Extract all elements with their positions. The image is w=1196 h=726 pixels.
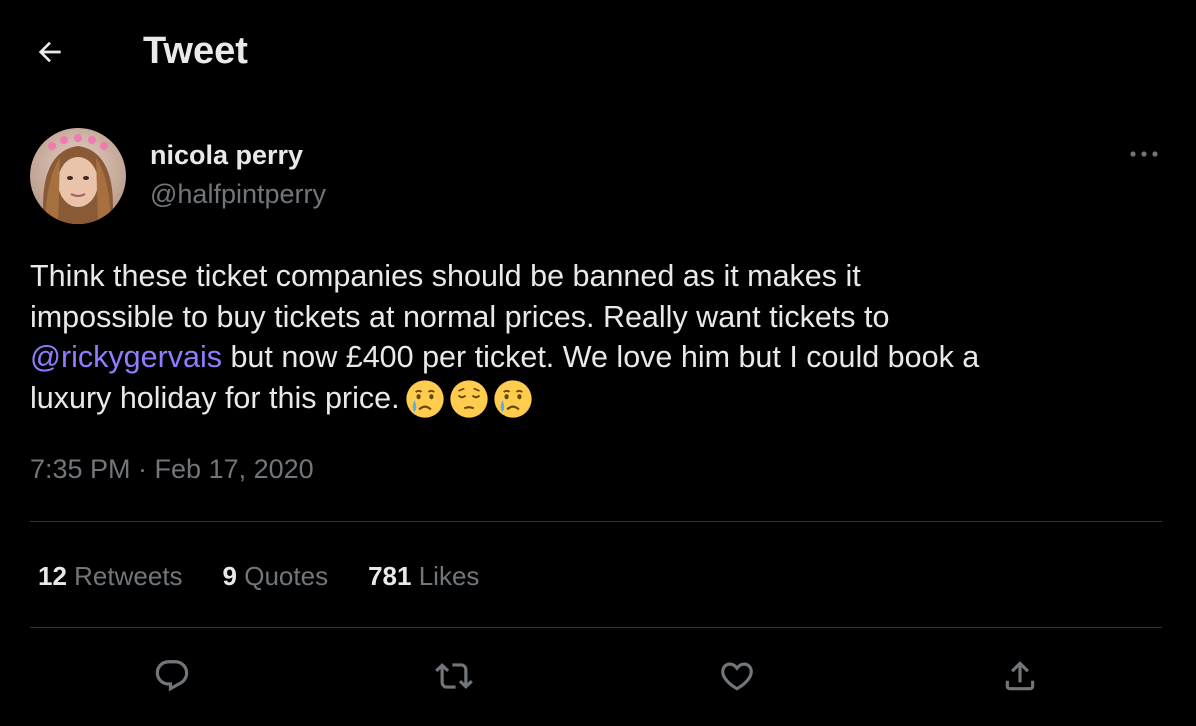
tweet-timestamp[interactable]: 7:35 PM · Feb 17, 2020: [30, 452, 314, 486]
retweet-icon: [435, 663, 473, 689]
tweet-text: Think these ticket companies should be b…: [30, 256, 1170, 420]
tweet-text-line: Think these ticket companies should be b…: [30, 259, 861, 293]
tweet-text-segment: but now £400 per ticket. We love him but…: [221, 340, 980, 374]
tweet-page: Tweet nicola perry @halfpintperry Think …: [0, 0, 1196, 726]
reply-button[interactable]: [144, 648, 200, 704]
share-button[interactable]: [992, 648, 1048, 704]
like-button[interactable]: [709, 648, 765, 704]
avatar[interactable]: [30, 128, 126, 224]
tweet-text-line: impossible to buy tickets at normal pric…: [30, 299, 890, 334]
likes-label: Likes: [418, 561, 480, 591]
header: Tweet: [0, 0, 1196, 100]
likes-count: 781: [368, 561, 412, 591]
retweets-stat[interactable]: 12 Retweets: [38, 560, 183, 592]
more-options-button[interactable]: [1122, 140, 1166, 168]
tweet-text-segment: luxury holiday for this price.: [30, 380, 400, 415]
more-icon: [1130, 151, 1158, 157]
author-handle[interactable]: @halfpintperry: [150, 178, 326, 210]
tweet-actions: [0, 648, 1196, 704]
emoji-row: [404, 378, 534, 420]
pensive-face-icon: [449, 380, 488, 419]
page-title: Tweet: [143, 30, 248, 72]
author-name[interactable]: nicola perry: [150, 139, 303, 171]
mention-link[interactable]: @rickygervais: [30, 340, 222, 374]
tweet-text-line: luxury holiday for this price.: [30, 378, 1170, 421]
quotes-count: 9: [222, 561, 238, 591]
quotes-stat[interactable]: 9 Quotes: [223, 560, 329, 592]
retweets-count: 12: [38, 561, 67, 591]
tweet-stats: 12 Retweets 9 Quotes 781 Likes: [38, 560, 519, 592]
tweet-text-line: @rickygervais but now £400 per ticket. W…: [30, 337, 1170, 378]
retweets-label: Retweets: [74, 561, 183, 591]
arrow-left-icon: [38, 41, 61, 63]
share-icon: [1005, 661, 1035, 691]
divider: [30, 627, 1162, 628]
likes-stat[interactable]: 781 Likes: [368, 560, 479, 592]
crying-face-icon: [405, 380, 444, 419]
divider: [30, 521, 1162, 522]
reply-icon: [155, 660, 189, 692]
retweet-button[interactable]: [426, 648, 482, 704]
crying-face-icon: [493, 380, 532, 419]
back-button[interactable]: [30, 32, 70, 72]
like-icon: [721, 662, 753, 691]
quotes-label: Quotes: [244, 561, 329, 591]
